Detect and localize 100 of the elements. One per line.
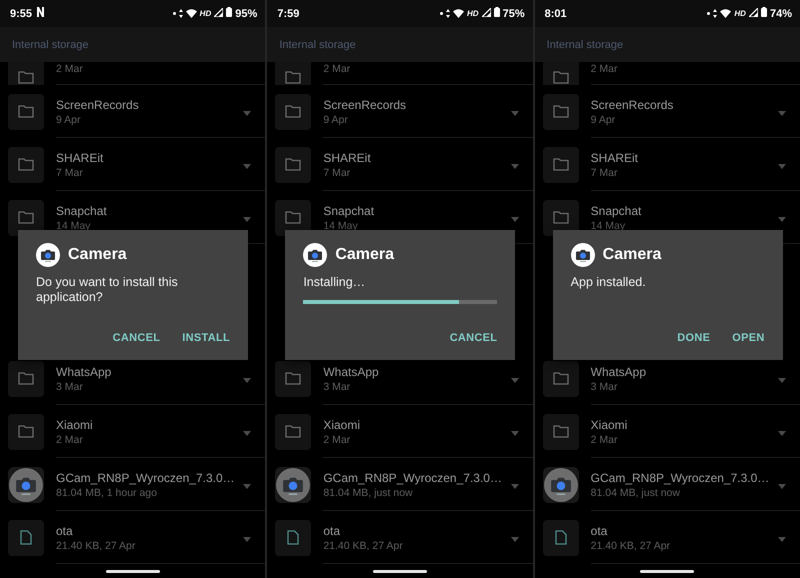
dialog-title: Camera [335,246,394,264]
battery-icon [760,7,767,17]
wifi-icon [720,9,732,18]
dialog-message: App installed. [570,275,647,290]
notification-dot-icon [707,12,710,15]
camera-app-icon [36,243,60,267]
file-name: Xiaomi [323,418,362,432]
file-name: WhatsApp [56,364,112,378]
folder-icon [18,425,34,438]
file-name: WhatsApp [590,364,648,378]
camera-app-icon [570,243,595,267]
dropdown-caret-icon[interactable] [778,484,786,488]
file-details: 3 Mar [590,380,618,392]
dropdown-caret-icon[interactable] [243,484,252,488]
file-details: 21.40 KB, 27 Apr [590,540,672,552]
file-name: ScreenRecords [590,98,674,112]
dropdown-caret-icon[interactable] [243,110,252,116]
dropdown-caret-icon[interactable] [778,378,786,382]
data-arrows-icon [713,9,718,18]
folder-icon [285,372,302,385]
dialog-button[interactable]: CANCEL [450,328,498,348]
wifi-icon [186,9,197,18]
file-details: 7 Mar [323,166,352,178]
navigation-handle[interactable] [372,570,427,572]
file-details: 3 Mar [323,380,352,392]
dialog-button[interactable]: INSTALL [182,328,230,348]
signal-icon [482,8,491,17]
dropdown-caret-icon[interactable] [243,536,252,542]
file-details: 2 Mar [56,63,84,75]
dialog-message: Installing… [303,275,366,290]
camera-app-icon [303,243,328,267]
dropdown-caret-icon[interactable] [243,430,252,436]
camera-app-icon [544,468,578,502]
file-name: ota [590,524,608,538]
clock-time: 9:55 [10,8,32,20]
notification-dot-icon [440,12,443,15]
folder-icon [285,70,302,84]
clock-time: 8:01 [544,8,567,20]
dropdown-caret-icon[interactable] [510,110,519,116]
dropdown-caret-icon[interactable] [778,164,786,168]
battery-icon [494,7,500,17]
dropdown-caret-icon[interactable] [778,216,786,222]
dropdown-caret-icon[interactable] [243,378,252,382]
file-name: GCam_RN8P_Wyroczen_7.3.0… [590,470,770,484]
folder-icon [18,105,34,118]
folder-icon [18,158,34,171]
file-name: ScreenRecords [56,98,140,112]
folder-icon [18,211,34,224]
file-details: 3 Mar [56,380,84,392]
folder-icon [552,105,569,118]
data-arrows-icon [178,9,183,18]
file-name: SHAREit [590,150,639,164]
dialog-button[interactable]: OPEN [732,328,765,348]
dialog-button[interactable]: DONE [677,328,710,348]
file-details: 81.04 MB, just now [323,486,414,498]
dropdown-caret-icon[interactable] [510,430,519,436]
dialog-message: Do you want to install this application? [36,275,179,305]
file-name: WhatsApp [323,364,380,378]
dropdown-caret-icon[interactable] [778,430,786,436]
data-arrows-icon [446,9,450,18]
file-name: GCam_RN8P_Wyroczen_7.3.0… [56,470,236,484]
notification-dot-icon [172,12,176,15]
file-details: 2 Mar [323,434,352,446]
network-type: HD [200,9,212,18]
navigation-handle[interactable] [640,570,694,572]
battery-percentage: 95% [235,8,258,20]
file-details: 7 Mar [590,166,618,178]
clock-time: 7:59 [277,8,300,20]
dropdown-caret-icon[interactable] [778,536,786,542]
file-name: ota [323,524,342,538]
file-details: 14 May [590,220,626,232]
signal-icon [748,8,758,17]
file-details: 2 Mar [56,434,84,446]
navigation-handle[interactable] [106,570,160,572]
wifi-icon [453,9,464,18]
file-details: 21.40 KB, 27 Apr [56,540,136,552]
dropdown-caret-icon[interactable] [510,216,519,222]
file-details: 2 Mar [323,63,352,75]
file-name: Xiaomi [590,418,628,432]
dropdown-caret-icon[interactable] [510,536,519,542]
battery-percentage: 74% [770,8,792,20]
file-icon [287,530,300,545]
file-name: ScreenRecords [323,98,408,112]
file-details: 7 Mar [56,166,84,178]
dropdown-caret-icon[interactable] [243,216,252,222]
dropdown-caret-icon[interactable] [510,378,519,382]
file-details: 14 May [323,220,359,232]
file-details: 2 Mar [590,434,618,446]
dropdown-caret-icon[interactable] [778,110,786,116]
folder-icon [552,70,569,84]
file-name: Snapchat [323,204,376,218]
dropdown-caret-icon[interactable] [510,484,519,488]
dialog-button[interactable]: CANCEL [112,328,160,348]
folder-icon [18,70,34,84]
dropdown-caret-icon[interactable] [243,164,252,168]
folder-icon [285,105,302,118]
camera-app-icon [276,468,310,502]
file-details: 9 Apr [590,114,616,126]
file-name: Xiaomi [56,418,94,432]
dropdown-caret-icon[interactable] [510,164,519,168]
